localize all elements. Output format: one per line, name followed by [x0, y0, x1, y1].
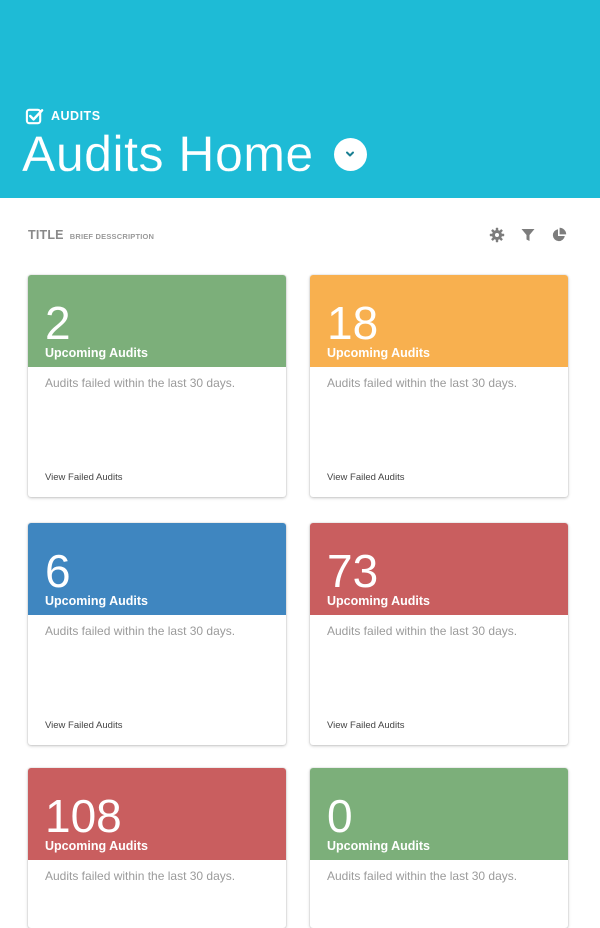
audit-card: 2 Upcoming Audits Audits failed within t…	[28, 275, 286, 497]
audit-card: 18 Upcoming Audits Audits failed within …	[310, 275, 568, 497]
filter-button[interactable]	[519, 226, 537, 244]
card-label: Upcoming Audits	[327, 346, 431, 360]
card-description: Audits failed within the last 30 days.	[45, 624, 236, 638]
title-dropdown-button[interactable]	[333, 137, 367, 171]
audit-card: 73 Upcoming Audits Audits failed within …	[310, 523, 568, 745]
card-description: Audits failed within the last 30 days.	[327, 624, 518, 638]
section-title: TITLE	[28, 228, 64, 242]
card-label: Upcoming Audits	[327, 839, 431, 853]
chevron-down-icon	[346, 151, 355, 157]
gear-icon	[489, 227, 505, 243]
card-count: 73	[327, 545, 379, 597]
card-count: 6	[45, 545, 71, 597]
card-label: Upcoming Audits	[45, 346, 149, 360]
card-header: 6 Upcoming Audits	[28, 523, 286, 615]
audit-card: 0 Upcoming Audits Audits failed within t…	[310, 768, 568, 928]
toolbar-actions	[475, 226, 568, 244]
view-failed-audits-link[interactable]: View Failed Audits	[327, 472, 404, 483]
card-description: Audits failed within the last 30 days.	[327, 376, 518, 390]
page-title-row: Audits Home	[22, 122, 367, 186]
page-header: AUDITS Audits Home	[0, 0, 600, 198]
card-label: Upcoming Audits	[45, 839, 149, 853]
audit-card: 6 Upcoming Audits Audits failed within t…	[28, 523, 286, 745]
card-count: 18	[327, 297, 379, 349]
filter-icon	[521, 229, 535, 241]
card-label: Upcoming Audits	[45, 594, 149, 608]
card-description: Audits failed within the last 30 days.	[45, 869, 236, 883]
card-label: Upcoming Audits	[327, 594, 431, 608]
page-title: Audits Home	[22, 126, 314, 182]
breadcrumb-label: AUDITS	[51, 109, 101, 123]
section-toolbar: TITLE BRIEF DESSCRIPTION	[28, 222, 568, 248]
audit-card: 108 Upcoming Audits Audits failed within…	[28, 768, 286, 928]
view-failed-audits-link[interactable]: View Failed Audits	[45, 720, 122, 731]
pie-chart-icon	[552, 227, 567, 242]
card-header: 108 Upcoming Audits	[28, 768, 286, 860]
card-description: Audits failed within the last 30 days.	[45, 376, 236, 390]
section-heading: TITLE BRIEF DESSCRIPTION	[28, 228, 154, 242]
view-failed-audits-link[interactable]: View Failed Audits	[327, 720, 404, 731]
card-header: 2 Upcoming Audits	[28, 275, 286, 367]
card-header: 18 Upcoming Audits	[310, 275, 568, 367]
card-count: 108	[45, 790, 122, 842]
view-failed-audits-link[interactable]: View Failed Audits	[45, 472, 122, 483]
section-description: BRIEF DESSCRIPTION	[69, 232, 155, 241]
card-count: 2	[45, 297, 71, 349]
chart-button[interactable]	[550, 226, 568, 244]
card-description: Audits failed within the last 30 days.	[327, 869, 518, 883]
settings-button[interactable]	[488, 226, 506, 244]
card-header: 0 Upcoming Audits	[310, 768, 568, 860]
card-count: 0	[327, 790, 353, 842]
card-header: 73 Upcoming Audits	[310, 523, 568, 615]
